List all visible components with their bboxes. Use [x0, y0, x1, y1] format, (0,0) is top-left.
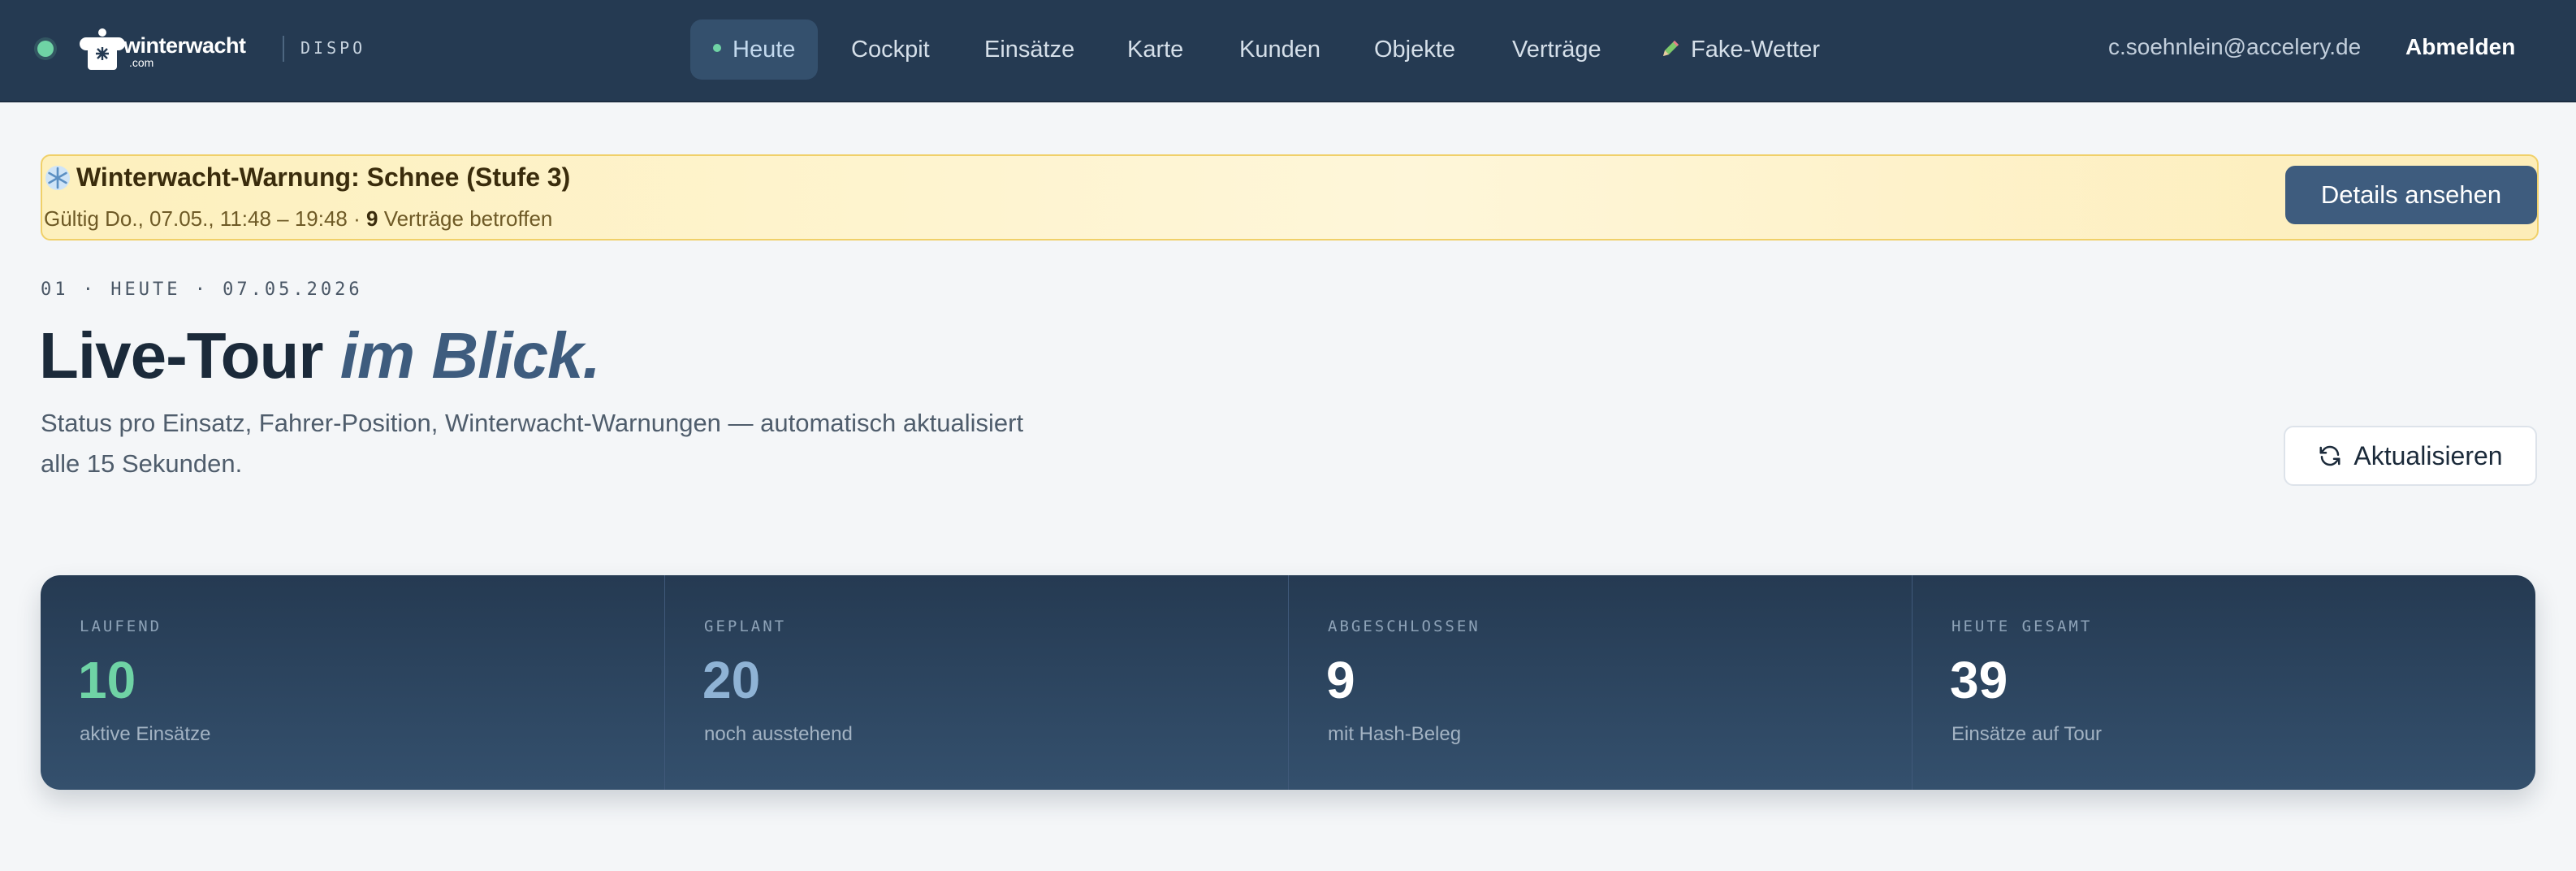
stat-caption: mit Hash-Beleg	[1328, 723, 1462, 745]
snowflake-icon	[45, 166, 70, 190]
details-button[interactable]: Details ansehen	[2285, 166, 2537, 224]
nav-item-vertraege[interactable]: Verträge	[1512, 20, 1601, 80]
refresh-button[interactable]: Aktualisieren	[2284, 426, 2537, 486]
stat-laufend: LAUFEND 10 aktive Einsätze	[41, 575, 664, 790]
stats-panel: LAUFEND 10 aktive Einsätze GEPLANT 20 no…	[41, 575, 2535, 790]
brand-tag: DISPO	[300, 38, 366, 58]
active-dot-icon	[713, 44, 721, 53]
warning-title: Winterwacht-Warnung: Schnee (Stufe 3)	[76, 162, 571, 192]
affected-contracts-count: 9	[366, 206, 378, 231]
stat-caption: aktive Einsätze	[80, 723, 211, 745]
top-navbar: winterwacht .com DISPO Heute Cockpit Ein…	[0, 0, 2576, 102]
stat-caption: noch ausstehend	[704, 723, 853, 745]
nav-item-cockpit[interactable]: Cockpit	[851, 20, 930, 80]
winterwacht-logo-icon	[80, 28, 125, 70]
stat-value: 9	[1326, 651, 1355, 709]
brand-name: winterwacht	[123, 33, 246, 58]
nav-item-label: Objekte	[1374, 37, 1455, 63]
stat-caption: Einsätze auf Tour	[1951, 723, 2103, 745]
stat-value: 20	[702, 651, 761, 709]
logout-button[interactable]: Abmelden	[2405, 34, 2515, 60]
nav-item-label: Einsätze	[984, 37, 1075, 63]
stat-heute-gesamt: HEUTE GESAMT 39 Einsätze auf Tour	[1912, 575, 2535, 790]
stat-label: LAUFEND	[80, 618, 162, 635]
user-email: c.soehnlein@accelery.de	[2108, 34, 2362, 59]
nav-item-label: Fake-Wetter	[1691, 37, 1821, 63]
stat-value: 10	[78, 651, 136, 709]
refresh-icon	[2319, 445, 2340, 466]
stat-label: GEPLANT	[704, 618, 787, 635]
online-status-dot	[37, 41, 54, 57]
page-title-accent: im Blick.	[339, 319, 601, 392]
nav-item-einsaetze[interactable]: Einsätze	[984, 20, 1074, 80]
stat-label: ABGESCHLOSSEN	[1328, 618, 1480, 635]
brand-domain: .com	[129, 56, 154, 69]
nav-item-fake-wetter[interactable]: Fake-Wetter	[1660, 20, 1820, 80]
weather-warning-banner: Winterwacht-Warnung: Schnee (Stufe 3) Gü…	[41, 154, 2539, 240]
nav-item-karte[interactable]: Karte	[1127, 20, 1183, 80]
page-description: Status pro Einsatz, Fahrer-Position, Win…	[41, 409, 1024, 478]
nav-item-kunden[interactable]: Kunden	[1239, 20, 1320, 80]
nav-item-label: Kunden	[1239, 37, 1320, 63]
stat-abgeschlossen: ABGESCHLOSSEN 9 mit Hash-Beleg	[1288, 575, 1913, 790]
page-title: Live-Tour im Blick.	[39, 318, 601, 393]
warning-validity: Gültig Do., 07.05., 11:48 – 19:48 · 9 Ve…	[44, 206, 552, 232]
nav-item-label: Verträge	[1512, 37, 1601, 63]
nav-item-label: Heute	[733, 37, 796, 63]
section-eyebrow: 01 · HEUTE · 07.05.2026	[41, 280, 363, 300]
warning-affected-text: Verträge betroffen	[378, 206, 553, 231]
nav-item-label: Karte	[1127, 37, 1184, 63]
nav-item-label: Cockpit	[851, 37, 930, 63]
stat-value: 39	[1950, 651, 2008, 709]
pencil-icon	[1663, 41, 1679, 57]
stat-label: HEUTE GESAMT	[1951, 618, 2093, 635]
refresh-button-label: Aktualisieren	[2353, 441, 2503, 470]
nav-item-objekte[interactable]: Objekte	[1374, 20, 1455, 80]
stat-geplant: GEPLANT 20 noch ausstehend	[664, 575, 1289, 790]
brand-divider	[283, 36, 284, 62]
nav-item-heute[interactable]: Heute	[690, 20, 819, 80]
page-title-main: Live-Tour	[39, 319, 340, 392]
warning-validity-text: Gültig Do., 07.05., 11:48 – 19:48 ·	[44, 206, 366, 231]
